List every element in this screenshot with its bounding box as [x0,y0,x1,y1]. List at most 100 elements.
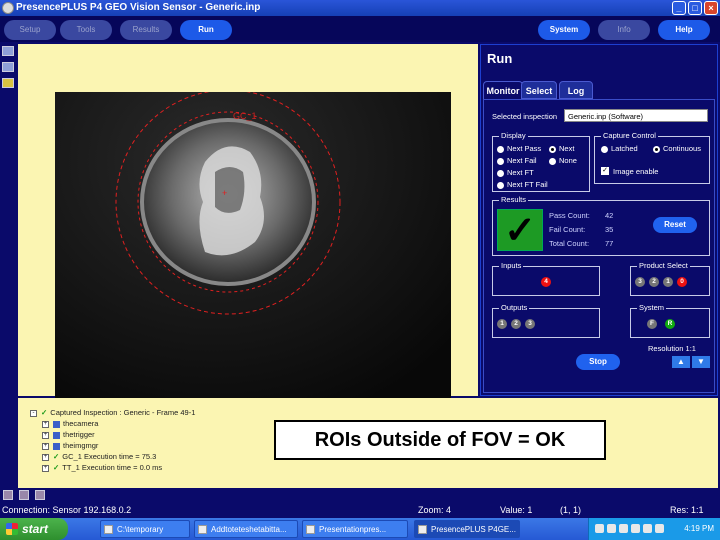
radio-next-fail[interactable] [497,158,504,165]
nav-setup-button[interactable]: Setup [4,20,56,40]
pan-icon[interactable] [2,62,14,72]
tree-item-label: thetrigger [63,430,95,439]
none-label: None [559,156,577,165]
total-count-label: Total Count: [549,239,590,248]
task-label: PresencePLUS P4GE... [431,525,516,534]
tree-item-tt1[interactable]: + ✓ TT_1 Execution time = 0.0 ms [42,463,162,472]
clock[interactable]: 4:19 PM [684,518,714,540]
image-enable-label: Image enable [613,167,659,176]
pass-check-icon: ✓ [53,463,60,472]
monitor-tab-body: Selected inspection Generic.inp (Softwar… [483,99,715,393]
zoom-up-arrow-icon[interactable]: ▲ [672,356,690,368]
tab-monitor[interactable]: Monitor [483,81,523,99]
nav-results-button[interactable]: Results [120,20,172,40]
status-bar: Connection: Sensor 192.168.0.2 Zoom: 4 V… [0,503,720,517]
tree-item-root[interactable]: - ✓ Captured Inspection : Generic - Frame … [30,408,195,417]
expand-icon[interactable]: + [42,464,49,472]
reset-button[interactable]: Reset [653,217,697,233]
radio-continuous[interactable] [653,146,660,153]
taskbar-item-presenceplus[interactable]: PresencePLUS P4GE... [414,520,520,538]
image-enable-checkbox[interactable]: ✓ [601,167,609,175]
system-group-label: System [637,303,667,312]
expand-icon[interactable]: + [42,442,49,450]
expand-icon[interactable]: + [42,431,49,439]
input-pin-4: 4 [541,277,551,287]
nav-tools-button[interactable]: Tools [60,20,112,40]
collapse-icon[interactable]: - [30,409,37,417]
radio-next-pass[interactable] [497,146,504,153]
radio-next-ft[interactable] [497,170,504,177]
nav-system-button[interactable]: System [538,20,590,40]
nav-info-button[interactable]: Info [598,20,650,40]
tray-icon-2[interactable] [607,524,616,533]
zoom-down-arrow-icon[interactable]: ▼ [692,356,710,368]
tree-item-label: thecamera [63,419,99,428]
tree-item-gc1[interactable]: + ✓ GC_1 Execution time = 75.3 [42,452,156,461]
maximize-button[interactable]: □ [688,1,702,15]
tray-icon-4[interactable] [631,524,640,533]
output-pin-3: 3 [525,319,535,329]
system-pin-f: F [647,319,657,329]
caption-box: ROIs Outside of FOV = OK [274,420,606,460]
taskbar-item-document[interactable]: Addtoteteshetabitta... [194,520,298,538]
tab-select[interactable]: Select [521,81,557,99]
collapse-all-icon[interactable] [35,490,45,500]
left-toolbar [0,42,18,487]
zoom-icon[interactable] [2,46,14,56]
stop-button[interactable]: Stop [576,354,620,370]
total-count-value: 77 [605,239,614,248]
tray-icon-3[interactable] [619,524,628,533]
tree-item-trigger[interactable]: + thetrigger [42,430,95,439]
res-status: Res: 1:1 [670,505,704,515]
taskbar-item-folder[interactable]: C:\temporary [100,520,190,538]
taskbar-item-presentation[interactable]: Presentationpres... [302,520,408,538]
pass-check-icon: ✓ [53,452,60,461]
pass-count-value: 42 [605,211,614,220]
product-pin-2: 2 [649,277,659,287]
tree-item-imgmgr[interactable]: + theimgmgr [42,441,98,450]
expand-icon[interactable]: + [42,453,49,461]
output-pin-2: 2 [511,319,521,329]
start-label: start [22,522,49,536]
app-logo-icon [2,2,14,14]
next-fail-label: Next Fail [507,156,537,165]
display-group-label: Display [499,131,528,140]
selected-inspection-field[interactable]: Generic.inp (Software) [564,109,708,122]
tree-view-icon[interactable] [3,490,13,500]
tray-icon-5[interactable] [643,524,652,533]
tree-item-camera[interactable]: + thecamera [42,419,98,428]
nav-run-button[interactable]: Run [180,20,232,40]
coin-image-svg: + [55,92,451,438]
top-navigation: Setup Tools Results Run System Info Help [0,16,720,42]
system-pin-r: R [665,319,675,329]
capture-control-group: Capture Control Latched Continuous ✓ Ima… [594,131,710,184]
tray-icon-6[interactable] [655,524,664,533]
start-button[interactable]: start [0,518,68,540]
nav-help-button[interactable]: Help [658,20,710,40]
tray-icon-1[interactable] [595,524,604,533]
close-button[interactable]: × [704,1,718,15]
tab-log[interactable]: Log [559,81,593,99]
expand-all-icon[interactable] [19,490,29,500]
image-manager-icon [53,442,60,450]
minimize-button[interactable]: _ [672,1,686,15]
overlay-icon[interactable] [2,78,14,88]
radio-next[interactable] [549,146,556,153]
pass-status-icon: ✓ [497,209,543,252]
zoom-status: Zoom: 4 [418,505,452,515]
image-view[interactable]: + GC_1 [18,44,478,438]
tree-item-label: TT_1 Execution time = 0.0 ms [62,463,163,472]
task-label: Addtoteteshetabitta... [211,525,287,534]
outputs-group: Outputs 1 2 3 [492,303,600,338]
radio-next-ft-fail[interactable] [497,182,504,189]
outputs-group-label: Outputs [499,303,530,312]
radio-none[interactable] [549,158,556,165]
tree-item-label: theimgmgr [63,441,99,450]
run-panel: Run Monitor Select Log Selected inspecti… [480,44,718,396]
app-window: PresencePLUS P4 GEO Vision Sensor - Gene… [0,0,720,540]
svg-text:+: + [222,188,227,198]
expand-icon[interactable]: + [42,420,49,428]
radio-latched[interactable] [601,146,608,153]
product-pin-1: 1 [663,277,673,287]
inputs-group-label: Inputs [499,261,524,270]
